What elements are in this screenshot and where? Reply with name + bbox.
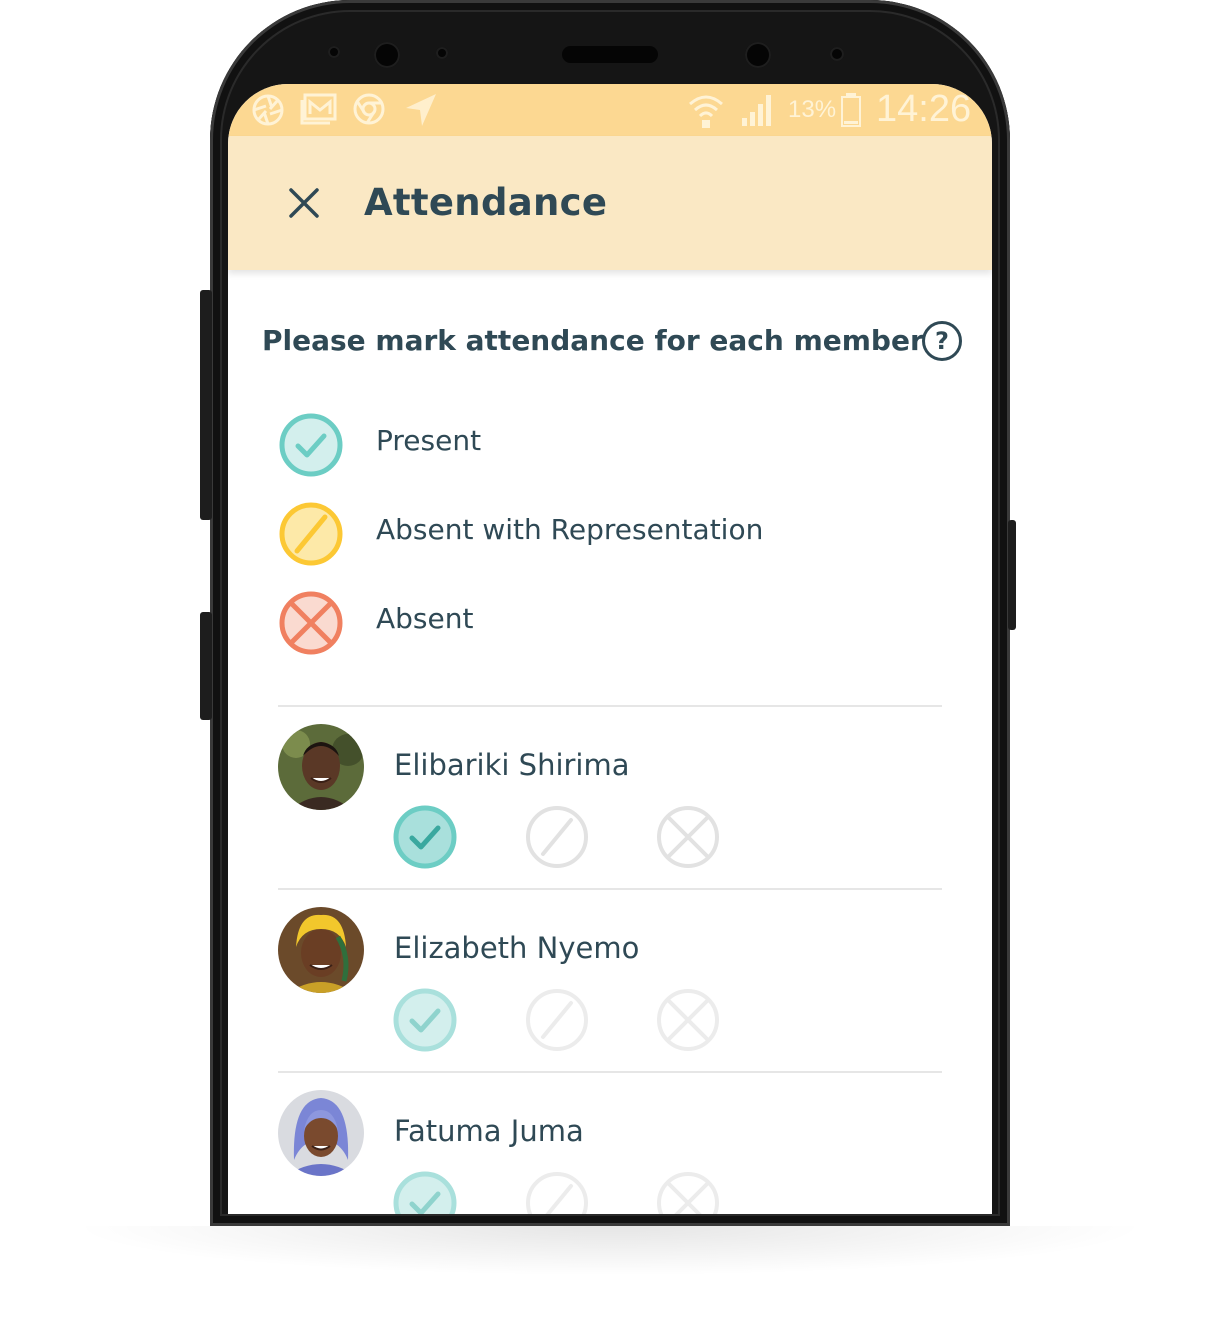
represented-toggle[interactable]: [524, 987, 590, 1053]
divider: [278, 1071, 942, 1073]
proximity-sensor: [830, 47, 844, 61]
close-button[interactable]: [278, 182, 330, 224]
divider: [278, 888, 942, 890]
legend-label-present: Present: [376, 424, 482, 457]
member-name: Fatuma Juma: [394, 1114, 584, 1148]
close-icon: [289, 188, 319, 218]
instruction-text: Please mark attendance for each member: [262, 324, 924, 357]
avatar: [278, 724, 364, 810]
battery-icon: [841, 93, 861, 127]
phone-screen: 13% 14:26 Attendance Please mark attenda…: [228, 84, 992, 1226]
legend-present: Present: [278, 412, 878, 478]
status-bar: 13% 14:26: [228, 84, 992, 136]
member-name: Elizabeth Nyemo: [394, 931, 640, 965]
absent-toggle[interactable]: [655, 1170, 721, 1226]
gallery-icon: [300, 93, 337, 125]
represented-toggle[interactable]: [524, 804, 590, 870]
member-row: Fatuma Juma: [278, 1090, 942, 1226]
legend-label-represented: Absent with Representation: [376, 513, 764, 546]
member-name: Elibariki Shirima: [394, 748, 630, 782]
legend-represented: Absent with Representation: [278, 501, 878, 567]
member-row: Elizabeth Nyemo: [278, 907, 942, 1087]
absent-toggle[interactable]: [655, 804, 721, 870]
sensor-dot-center: [436, 47, 448, 59]
volume-button[interactable]: [200, 612, 212, 720]
avatar: [278, 1090, 364, 1176]
bixby-button[interactable]: [200, 290, 212, 520]
absent-toggle[interactable]: [655, 987, 721, 1053]
check-circle-icon: [279, 413, 343, 477]
aperture-icon: [252, 94, 284, 126]
earpiece: [562, 46, 658, 63]
divider: [278, 705, 942, 707]
navigation-icon: [406, 94, 436, 126]
present-toggle[interactable]: [392, 1170, 458, 1226]
legend-label-absent: Absent: [376, 602, 474, 635]
represented-toggle[interactable]: [524, 1170, 590, 1226]
front-camera: [374, 42, 400, 68]
clock: 14:26: [876, 88, 972, 130]
help-icon: ?: [935, 327, 949, 355]
power-button[interactable]: [1008, 520, 1016, 630]
x-circle-icon: [279, 591, 343, 655]
avatar: [278, 907, 364, 993]
present-toggle[interactable]: [392, 987, 458, 1053]
chrome-icon: [353, 93, 385, 125]
battery-percent: 13%: [788, 96, 837, 123]
wifi-icon: [689, 95, 723, 128]
help-button[interactable]: ?: [922, 321, 962, 361]
present-toggle[interactable]: [392, 804, 458, 870]
slash-circle-icon: [279, 502, 343, 566]
phone-shadow: [70, 1226, 1150, 1276]
iris-scanner: [745, 42, 771, 68]
member-row: Elibariki Shirima: [278, 724, 942, 904]
signal-icon: [742, 95, 771, 126]
legend-absent: Absent: [278, 590, 878, 656]
phone-frame: 13% 14:26 Attendance Please mark attenda…: [210, 0, 1010, 1226]
page-title: Attendance: [364, 181, 608, 224]
sensor-dot-left: [328, 46, 340, 58]
app-bar: Attendance: [228, 136, 992, 270]
